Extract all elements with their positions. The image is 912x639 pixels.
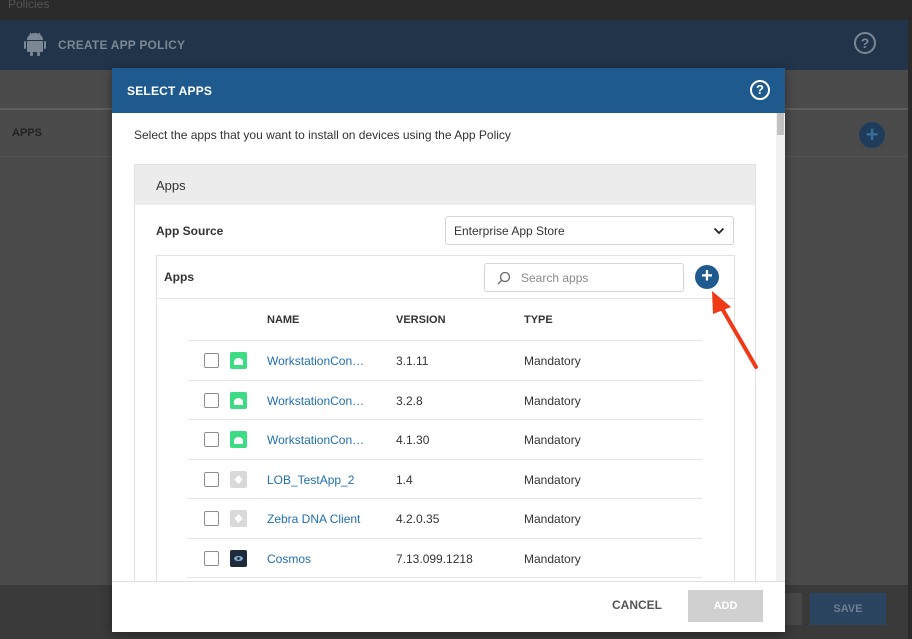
table-row[interactable]: LOB_TestApp_2 1.4 Mandatory: [187, 460, 702, 499]
app-name-link[interactable]: WorkstationConnect: [267, 433, 367, 447]
table-header: NAME VERSION TYPE: [187, 299, 702, 341]
app-type: Mandatory: [524, 393, 581, 408]
app-source-value: Enterprise App Store: [454, 224, 565, 238]
save-button[interactable]: SAVE: [810, 593, 886, 625]
app-type: Mandatory: [524, 512, 581, 526]
instruction-text: Select the apps that you want to install…: [134, 128, 511, 142]
panel-header: Apps: [135, 165, 755, 205]
app-type: Mandatory: [524, 354, 581, 368]
row-checkbox[interactable]: [204, 511, 219, 526]
row-checkbox[interactable]: [204, 353, 219, 368]
app-version: 4.1.30: [396, 433, 430, 447]
generic-app-icon: [230, 470, 247, 488]
app-name-link[interactable]: WorkstationConnect: [267, 394, 367, 408]
generic-app-icon: [230, 510, 247, 527]
add-icon[interactable]: +: [859, 122, 885, 148]
app-name-link[interactable]: Cosmos: [267, 552, 367, 566]
android-icon: [230, 431, 247, 448]
row-checkbox[interactable]: [204, 550, 219, 566]
app-type: Mandatory: [524, 433, 581, 447]
search-input[interactable]: [521, 269, 671, 287]
app-type: Mandatory: [524, 472, 581, 487]
apps-list-title: Apps: [164, 270, 194, 284]
page-scrollbar[interactable]: [908, 20, 912, 639]
table-row[interactable]: Zebra DNA Client 4.2.0.35 Mandatory: [187, 499, 702, 539]
android-icon: [24, 32, 46, 56]
app-version: 4.2.0.35: [396, 512, 440, 526]
column-header-type: TYPE: [524, 314, 553, 326]
chevron-down-icon: [713, 227, 725, 235]
select-apps-dialog: SELECT APPS ? Select the apps that you w…: [112, 68, 785, 632]
android-icon: [230, 352, 247, 369]
table-row[interactable]: WorkstationConnect 4.1.30 Mandatory: [187, 420, 702, 460]
app-name-link[interactable]: WorkstationConnect: [267, 354, 367, 368]
app-version: 3.2.8: [396, 393, 423, 408]
app-version: 1.4: [396, 472, 413, 487]
column-header-version: VERSION: [396, 314, 446, 326]
add-button[interactable]: ADD: [688, 590, 763, 622]
row-checkbox[interactable]: [204, 392, 219, 408]
help-icon[interactable]: ?: [854, 32, 876, 54]
dialog-title: SELECT APPS: [127, 84, 213, 98]
apps-panel: Apps App Source Enterprise App Store App…: [134, 164, 756, 584]
cosmos-icon: [230, 549, 247, 567]
search-box[interactable]: [484, 263, 684, 292]
dialog-scrollbar[interactable]: [776, 113, 785, 581]
page-header: CREATE APP POLICY ?: [0, 20, 912, 70]
breadcrumb: Policies: [0, 0, 912, 20]
cancel-button[interactable]: CANCEL: [592, 598, 682, 612]
row-checkbox[interactable]: [204, 432, 219, 447]
table-row[interactable]: WorkstationConnect 3.2.8 Mandatory: [187, 381, 702, 420]
panel-title: Apps: [156, 178, 186, 193]
section-label: APPS: [12, 127, 42, 139]
apps-list-box: Apps + NAME VERSION TYPE: [156, 255, 735, 583]
page-title: CREATE APP POLICY: [58, 38, 186, 52]
table-row[interactable]: Cosmos 7.13.099.1218 Mandatory: [187, 539, 702, 578]
app-version: 3.1.11: [396, 354, 429, 368]
scrollbar-thumb[interactable]: [777, 113, 784, 135]
table-row[interactable]: WorkstationConnect 3.1.11 Mandatory: [187, 341, 702, 381]
app-version: 7.13.099.1218: [396, 551, 473, 566]
help-icon[interactable]: ?: [750, 80, 770, 100]
app-type: Mandatory: [524, 551, 581, 566]
dialog-header: SELECT APPS ?: [112, 68, 785, 113]
row-checkbox[interactable]: [204, 471, 219, 487]
app-name-link[interactable]: LOB_TestApp_2: [267, 473, 367, 487]
search-icon: [497, 271, 511, 285]
dialog-footer: CANCEL ADD: [112, 581, 785, 632]
app-name-link[interactable]: Zebra DNA Client: [267, 512, 367, 526]
column-header-name: NAME: [267, 314, 300, 326]
app-source-label: App Source: [156, 224, 224, 238]
add-app-button[interactable]: +: [695, 265, 719, 289]
android-icon: [230, 391, 247, 409]
app-source-dropdown[interactable]: Enterprise App Store: [445, 216, 734, 245]
apps-table: NAME VERSION TYPE WorkstationConnect 3.1…: [187, 299, 702, 578]
